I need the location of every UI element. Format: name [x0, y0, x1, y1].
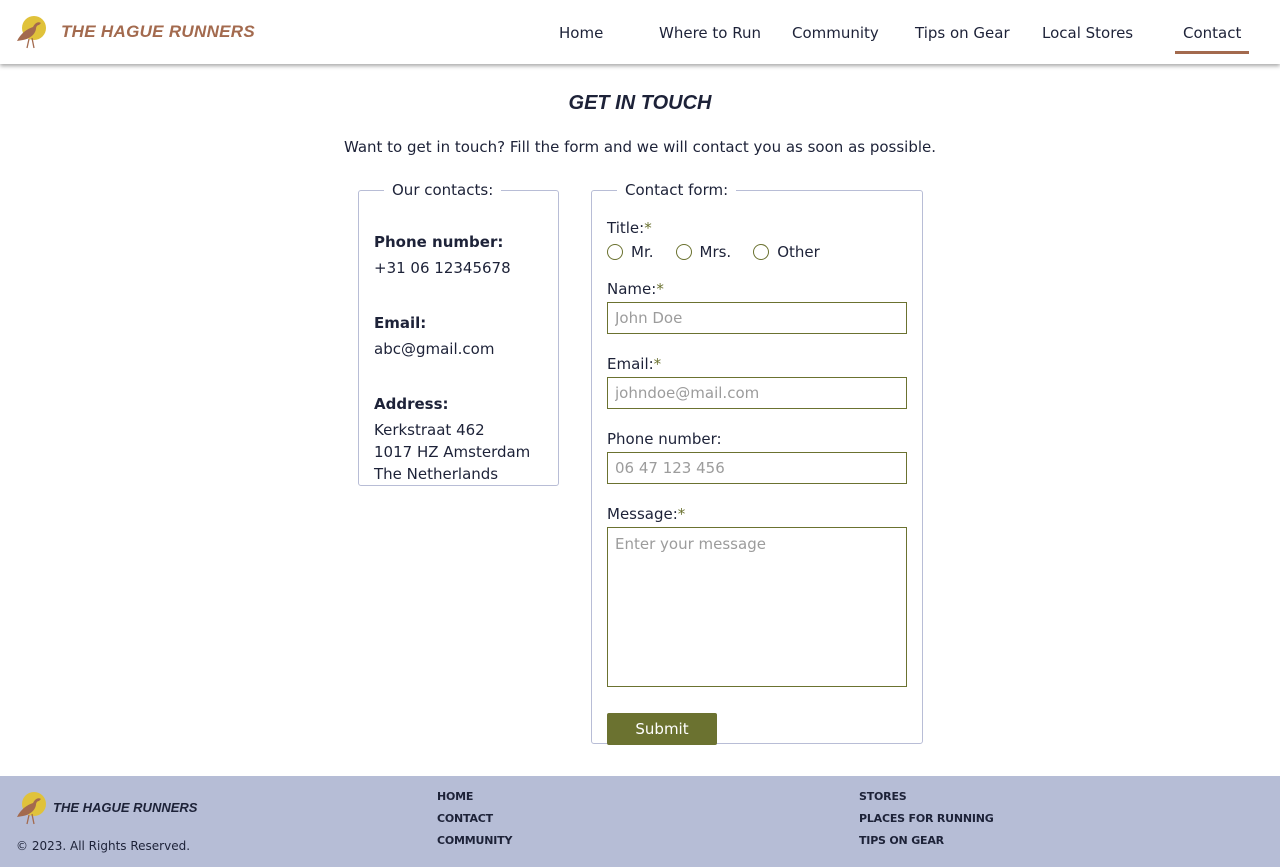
message-label-text: Message:: [607, 505, 678, 523]
contact-email-label: Email:: [374, 314, 427, 332]
contacts-panel: Our contacts: Phone number: +31 06 12345…: [358, 181, 559, 486]
contact-address-line-2: 1017 HZ Amsterdam: [374, 443, 531, 461]
contact-email-value: abc@gmail.com: [374, 340, 495, 358]
contact-address-line-1: Kerkstraat 462: [374, 421, 485, 439]
nav-where-to-run[interactable]: Where to Run: [659, 24, 761, 42]
required-mark: *: [656, 280, 664, 298]
title-option-mrs[interactable]: Mrs.: [675, 243, 732, 261]
message-label: Message:*: [607, 505, 685, 523]
nav-local-stores[interactable]: Local Stores: [1042, 24, 1133, 42]
title-option-other-label: Other: [777, 243, 820, 261]
nav-tips-on-gear[interactable]: Tips on Gear: [915, 24, 1010, 42]
name-label-text: Name:: [607, 280, 657, 298]
required-mark: *: [677, 505, 686, 523]
footer-link-home[interactable]: HOME: [437, 790, 473, 803]
title-option-mrs-label: Mrs.: [699, 243, 732, 261]
name-input[interactable]: [607, 302, 907, 334]
heron-sun-logo-icon[interactable]: [15, 791, 47, 825]
radio-button-icon[interactable]: [753, 244, 770, 260]
page-intro: Want to get in touch? Fill the form and …: [343, 138, 937, 156]
phone-input[interactable]: [607, 452, 907, 484]
email-input[interactable]: [607, 377, 907, 409]
footer-link-stores[interactable]: STORES: [859, 790, 907, 803]
name-label: Name:*: [607, 280, 664, 298]
contacts-legend: Our contacts:: [392, 181, 494, 199]
site-header: THE HAGUE RUNNERS Home Where to Run Comm…: [0, 0, 1280, 64]
title-option-other[interactable]: Other: [753, 243, 820, 261]
contact-phone-value: +31 06 12345678: [374, 259, 511, 277]
title-label: Title:*: [607, 219, 652, 237]
nav-contact[interactable]: Contact: [1174, 24, 1250, 54]
brand-name[interactable]: THE HAGUE RUNNERS: [61, 22, 255, 42]
contact-phone-label: Phone number:: [374, 233, 504, 251]
contact-form: Contact form: Title:* Mr. Mrs. Other Nam…: [591, 181, 923, 745]
required-mark: *: [644, 219, 652, 237]
title-option-mr-label: Mr.: [631, 243, 654, 261]
phone-label: Phone number:: [607, 430, 722, 448]
email-label: Email:*: [607, 355, 661, 373]
message-textarea[interactable]: [607, 527, 907, 687]
required-mark: *: [653, 355, 662, 373]
form-legend: Contact form:: [625, 181, 729, 199]
radio-button-icon[interactable]: [607, 244, 623, 260]
footer-link-places-for-running[interactable]: PLACES FOR RUNNING: [859, 812, 994, 825]
radio-button-icon[interactable]: [675, 244, 692, 260]
submit-button[interactable]: Submit: [607, 713, 717, 745]
footer-link-contact[interactable]: CONTACT: [437, 812, 493, 825]
contact-address-line-3: The Netherlands: [374, 465, 499, 483]
nav-home[interactable]: Home: [559, 24, 603, 42]
footer-brand-name[interactable]: THE HAGUE RUNNERS: [53, 800, 197, 815]
title-radio-group: Mr. Mrs. Other: [607, 243, 842, 261]
contact-address-label: Address:: [374, 395, 449, 413]
heron-sun-logo-icon[interactable]: [15, 15, 47, 49]
footer-link-community[interactable]: COMMUNITY: [437, 834, 512, 847]
email-label-text: Email:: [607, 355, 654, 373]
copyright-text: © 2023. All Rights Reserved.: [16, 839, 191, 853]
site-footer: THE HAGUE RUNNERS © 2023. All Rights Res…: [0, 776, 1280, 867]
footer-link-tips-on-gear[interactable]: TIPS ON GEAR: [859, 834, 944, 847]
title-label-text: Title:: [607, 219, 645, 237]
page-title: GET IN TOUCH: [568, 92, 712, 114]
title-option-mr[interactable]: Mr.: [607, 243, 654, 261]
nav-community[interactable]: Community: [792, 24, 879, 42]
